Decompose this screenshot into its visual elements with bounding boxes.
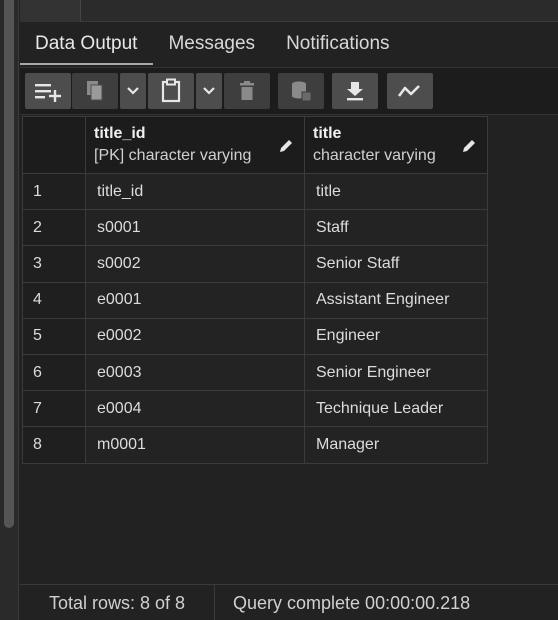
table-row: 7 e0004 Technique Leader — [22, 390, 488, 428]
query-status: Query complete 00:00:00.218 — [233, 592, 471, 613]
row-number[interactable]: 6 — [22, 353, 86, 392]
delete-button[interactable] — [224, 73, 270, 109]
row-number-header[interactable] — [22, 116, 86, 174]
total-rows-status: Total rows: 8 of 8 — [20, 584, 215, 620]
scrollbar-thumb[interactable] — [4, 0, 14, 528]
copy-options-dropdown[interactable] — [120, 73, 146, 109]
column-header-title-id[interactable]: title_id [PK] character varying — [85, 116, 305, 174]
column-type: [PK] character varying — [94, 146, 252, 164]
row-number[interactable]: 5 — [22, 317, 86, 355]
tab-notifications[interactable]: Notifications — [271, 23, 406, 65]
chevron-down-icon — [202, 86, 216, 96]
save-data-icon — [290, 80, 312, 102]
paste-icon — [160, 78, 182, 104]
top-panel-bar — [20, 0, 558, 22]
column-name: title — [313, 124, 342, 142]
copy-button[interactable] — [72, 73, 118, 109]
left-scrollbar[interactable] — [0, 0, 19, 620]
row-number[interactable]: 3 — [22, 245, 86, 283]
row-number[interactable]: 2 — [22, 209, 86, 247]
graph-visualiser-button[interactable] — [387, 73, 433, 109]
cell-title[interactable]: Technique Leader — [304, 390, 488, 428]
table-row: 2 s0001 Staff — [22, 209, 488, 247]
cell-title[interactable]: Manager — [304, 426, 488, 464]
status-bar: Total rows: 8 of 8 Query complete 00:00:… — [20, 584, 558, 620]
row-number[interactable]: 1 — [22, 172, 86, 211]
cell-title-id[interactable]: e0003 — [85, 353, 305, 392]
table-row: 8 m0001 Manager — [22, 426, 488, 464]
add-row-icon — [33, 80, 63, 102]
cell-title[interactable]: Senior Engineer — [304, 353, 488, 392]
row-number[interactable]: 8 — [22, 426, 86, 464]
paste-options-dropdown[interactable] — [196, 73, 222, 109]
table-row: 1 title_id title — [22, 172, 488, 211]
copy-icon — [84, 79, 106, 103]
table-row: 6 e0003 Senior Engineer — [22, 353, 488, 392]
edit-pencil-icon[interactable] — [461, 138, 477, 159]
save-data-button[interactable] — [278, 73, 324, 109]
cell-title-id[interactable]: s0002 — [85, 245, 305, 283]
column-header-title[interactable]: title character varying — [304, 116, 488, 174]
table-row: 5 e0002 Engineer — [22, 317, 488, 355]
grid-header-row: title_id [PK] character varying title ch… — [22, 116, 488, 174]
cell-title[interactable]: Assistant Engineer — [304, 281, 488, 319]
table-row: 3 s0002 Senior Staff — [22, 245, 488, 283]
download-icon — [345, 80, 365, 102]
add-row-button[interactable] — [25, 73, 71, 109]
cell-title[interactable]: Engineer — [304, 317, 488, 355]
chevron-down-icon — [126, 86, 140, 96]
result-tabs: Data Output Messages Notifications — [20, 23, 558, 65]
data-toolbar — [20, 67, 558, 115]
cell-title-id[interactable]: m0001 — [85, 426, 305, 464]
column-type: character varying — [313, 146, 436, 164]
edit-pencil-icon[interactable] — [278, 138, 294, 159]
download-button[interactable] — [332, 73, 378, 109]
cell-title-id[interactable]: e0002 — [85, 317, 305, 355]
paste-button[interactable] — [148, 73, 194, 109]
delete-icon — [238, 80, 256, 102]
cell-title-id[interactable]: title_id — [85, 172, 305, 211]
cell-title-id[interactable]: e0001 — [85, 281, 305, 319]
graph-icon — [397, 82, 423, 100]
row-number[interactable]: 4 — [22, 281, 86, 319]
cell-title[interactable]: Staff — [304, 209, 488, 247]
data-grid: title_id [PK] character varying title ch… — [22, 116, 488, 464]
tab-data-output[interactable]: Data Output — [20, 23, 154, 65]
cell-title-id[interactable]: e0004 — [85, 390, 305, 428]
table-row: 4 e0001 Assistant Engineer — [22, 281, 488, 319]
row-number[interactable]: 7 — [22, 390, 86, 428]
column-name: title_id — [94, 124, 146, 142]
cell-title[interactable]: Senior Staff — [304, 245, 488, 283]
top-panel-segment — [20, 0, 81, 22]
tab-messages[interactable]: Messages — [153, 23, 271, 65]
cell-title[interactable]: title — [304, 172, 488, 211]
cell-title-id[interactable]: s0001 — [85, 209, 305, 247]
